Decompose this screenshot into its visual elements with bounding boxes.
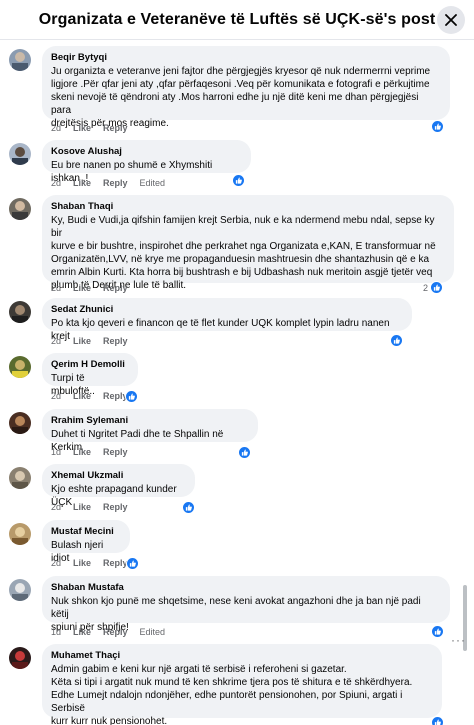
reply-button[interactable]: Reply xyxy=(103,447,128,457)
comment-author[interactable]: Shaban Thaqi xyxy=(51,201,444,213)
comment-bubble: Xhemal Ukzmali Kjo eshte prapagand kunde… xyxy=(42,464,195,508)
like-reaction-icon xyxy=(232,174,245,187)
comment-bubble: Rrahim Sylemani Duhet ti Ngritet Padi dh… xyxy=(42,409,258,453)
like-reaction-icon xyxy=(126,557,139,570)
close-button[interactable] xyxy=(437,6,465,34)
like-button[interactable]: Like xyxy=(73,178,91,188)
like-button[interactable]: Like xyxy=(73,123,91,133)
like-reaction-icon xyxy=(431,625,444,638)
reaction-count[interactable] xyxy=(431,716,444,725)
comment-bubble: Qerim H Demolli Turpi të mbuloftë.. xyxy=(42,353,138,397)
comment-actions: 2d Like Reply Edited xyxy=(51,178,177,188)
avatar[interactable] xyxy=(9,356,31,378)
comment-author[interactable]: Kosove Alushaj xyxy=(51,146,241,158)
reply-button[interactable]: Reply xyxy=(103,283,128,293)
comment-bubble: Mustaf Mecini Bulash njeri idiot xyxy=(42,520,130,564)
comment-author[interactable]: Rrahim Sylemani xyxy=(51,415,248,427)
like-reaction-icon xyxy=(125,390,138,403)
avatar[interactable] xyxy=(9,301,31,323)
comment-author[interactable]: Muhamet Thaçi xyxy=(51,650,432,662)
like-reaction-icon xyxy=(182,501,195,514)
like-button[interactable]: Like xyxy=(73,558,91,568)
comment-time[interactable]: 2d xyxy=(51,336,61,346)
comment-actions: 2d Like Reply xyxy=(51,283,140,293)
post-header: Organizata e Veteranëve të Luftës së UÇK… xyxy=(0,0,474,40)
reply-button[interactable]: Reply xyxy=(103,502,128,512)
like-button[interactable]: Like xyxy=(73,336,91,346)
reply-button[interactable]: Reply xyxy=(103,627,128,637)
reaction-count[interactable] xyxy=(390,334,403,347)
avatar[interactable] xyxy=(9,143,31,165)
like-button[interactable]: Like xyxy=(73,627,91,637)
comment-bubble: Muhamet Thaçi Admin gabim e keni kur një… xyxy=(42,644,442,725)
comment-time[interactable]: 2d xyxy=(51,283,61,293)
comments-feed[interactable]: Beqir Bytyqi Ju organizta e veteranve je… xyxy=(0,40,474,725)
like-reaction-icon xyxy=(431,120,444,133)
like-reaction-icon xyxy=(390,334,403,347)
comment-time[interactable]: 2d xyxy=(51,558,61,568)
close-icon xyxy=(445,14,457,26)
reply-button[interactable]: Reply xyxy=(103,178,128,188)
comment-author[interactable]: Mustaf Mecini xyxy=(51,526,120,538)
reply-button[interactable]: Reply xyxy=(103,123,128,133)
comment-time[interactable]: 1d xyxy=(51,627,61,637)
post-title: Organizata e Veteranëve të Luftës së UÇK… xyxy=(38,10,436,28)
comment-author[interactable]: Qerim H Demolli xyxy=(51,359,128,371)
like-reaction-icon xyxy=(431,716,444,725)
comment-text: Ju organizta e veteranve jeni fajtor dhe… xyxy=(51,66,431,129)
comment-bubble: Shaban Mustafa Nuk shkon kjo punë me shq… xyxy=(42,576,450,633)
comment-bubble: Beqir Bytyqi Ju organizta e veteranve je… xyxy=(42,46,450,129)
comment-actions: 2d Like Reply xyxy=(51,502,140,512)
comment-time[interactable]: 2d xyxy=(51,502,61,512)
reply-button[interactable]: Reply xyxy=(103,558,128,568)
comment-time[interactable]: 2d xyxy=(51,178,61,188)
comment-actions: 1d Like Reply Edited xyxy=(51,627,177,637)
reaction-count[interactable] xyxy=(431,625,444,638)
avatar[interactable] xyxy=(9,523,31,545)
reply-button[interactable]: Reply xyxy=(103,391,128,401)
comment-author[interactable]: Beqir Bytyqi xyxy=(51,52,440,64)
like-button[interactable]: Like xyxy=(73,447,91,457)
avatar[interactable] xyxy=(9,579,31,601)
comment-actions: 1d Like Reply xyxy=(51,447,140,457)
more-options-icon[interactable]: ··· xyxy=(451,633,466,647)
comment-time[interactable]: 1d xyxy=(51,447,61,457)
avatar[interactable] xyxy=(9,647,31,669)
reaction-count[interactable] xyxy=(182,501,195,514)
avatar[interactable] xyxy=(9,49,31,71)
comment-time[interactable]: 2d xyxy=(51,123,61,133)
like-reaction-icon xyxy=(430,281,444,294)
reaction-count[interactable] xyxy=(232,174,245,187)
comment-bubble: Sedat Zhunici Po kta kjo qeveri e financ… xyxy=(42,298,412,342)
like-button[interactable]: Like xyxy=(73,502,91,512)
avatar[interactable] xyxy=(9,412,31,434)
reaction-count[interactable] xyxy=(125,390,138,403)
avatar[interactable] xyxy=(9,198,31,220)
comment-actions: 2d Like Reply xyxy=(51,123,140,133)
like-button[interactable]: Like xyxy=(73,283,91,293)
comment-time[interactable]: 2d xyxy=(51,391,61,401)
avatar[interactable] xyxy=(9,467,31,489)
comment-text: Admin gabim e keni kur një argati të ser… xyxy=(51,664,413,725)
reaction-number: 2 xyxy=(423,282,429,293)
like-reaction-icon xyxy=(238,446,251,459)
reaction-count[interactable] xyxy=(431,120,444,133)
comment-author[interactable]: Shaban Mustafa xyxy=(51,582,440,594)
reply-button[interactable]: Reply xyxy=(103,336,128,346)
comment-bubble: Shaban Thaqi Ky, Budi e Vudi,ja qifshin … xyxy=(42,195,454,291)
like-button[interactable]: Like xyxy=(73,391,91,401)
edited-label: Edited xyxy=(139,178,166,188)
comment-text: Ky, Budi e Vudi,ja qifshin famijen krejt… xyxy=(51,215,436,291)
comment-author[interactable]: Sedat Zhunici xyxy=(51,304,402,316)
edited-label: Edited xyxy=(139,627,166,637)
comment-actions: 2d Like Reply xyxy=(51,336,140,346)
comment-author[interactable]: Xhemal Ukzmali xyxy=(51,470,185,482)
reaction-count[interactable]: 2 xyxy=(423,281,444,294)
reaction-count[interactable] xyxy=(238,446,251,459)
comment-bubble: Kosove Alushaj Eu bre nanen po shumë e X… xyxy=(42,140,251,184)
reaction-count[interactable] xyxy=(126,557,139,570)
